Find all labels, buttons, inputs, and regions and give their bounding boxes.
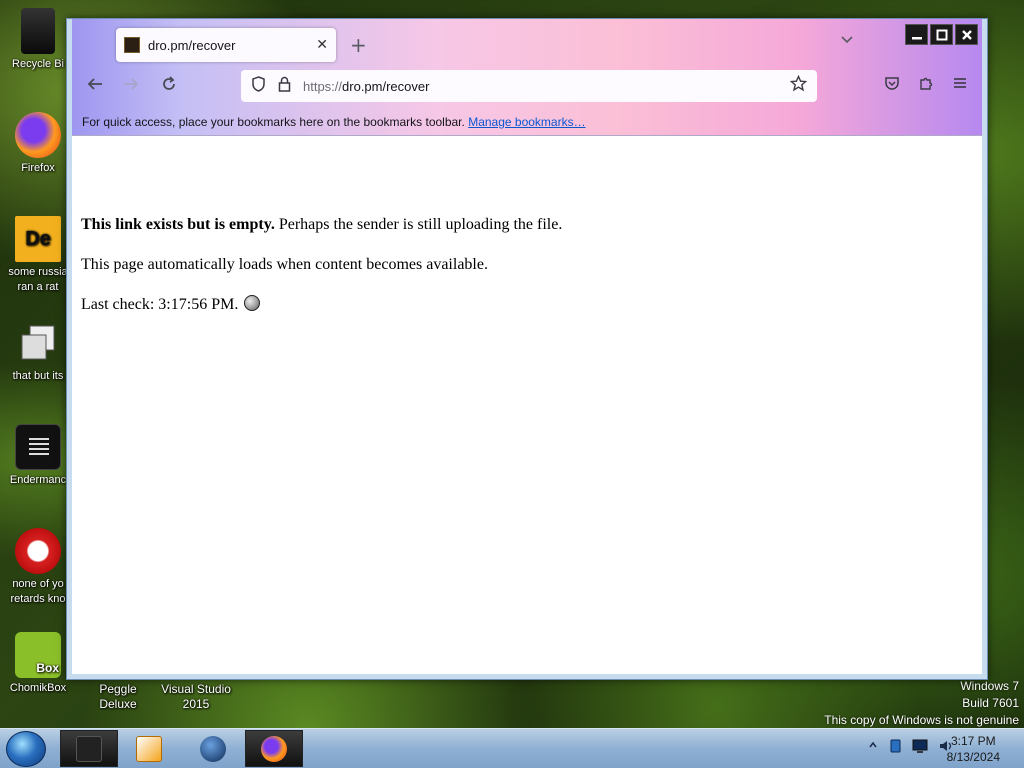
status-heading: This link exists but is empty. [81,216,275,233]
desktop-icon-label: Peggle Deluxe [99,682,137,711]
taskbar-item-camera[interactable] [60,730,118,767]
de-app-icon: De [15,216,61,262]
last-check-text: Last check: 3:17:56 PM. [81,296,239,313]
taskbar: 3:17 PM 8/13/2024 [0,728,1024,768]
page-content: This link exists but is empty. Perhaps t… [72,136,982,674]
url-host-path: dro.pm/recover [342,78,430,94]
clock-date: 8/13/2024 [946,750,1000,764]
firefox-icon [15,112,61,158]
desktop-icon-de-app[interactable]: De some russia ran a rat [0,216,76,295]
taskbar-item-globe[interactable] [184,730,242,767]
desktop-icon-label: Visual Studio 2015 [161,682,231,711]
hamburger-menu-icon[interactable] [952,75,968,95]
desktop-icon-label: Recycle Bi [12,58,64,70]
reload-button[interactable] [160,75,178,98]
url-text[interactable]: https://dro.pm/recover [303,79,790,94]
action-center-flag-icon[interactable] [888,739,902,756]
tab-dro-pm-recover[interactable]: dro.pm/recover ✕ [116,28,336,62]
desktop-icon-stacked-windows[interactable]: that but its [0,320,76,384]
terminal-icon [15,424,61,470]
tab-title: dro.pm/recover [148,37,236,53]
desktop-icon-label: ChomikBox [9,682,67,694]
desktop-icon-peggle[interactable]: Peggle Deluxe [80,682,156,712]
list-all-tabs-chevron-icon[interactable] [840,34,854,48]
camera-icon [76,735,102,762]
red-dragon-icon [15,528,61,574]
status-message: This link exists but is empty. Perhaps t… [81,215,973,234]
watermark-line: Windows 7 [960,679,1019,693]
desktop-icon-visual-studio[interactable]: Visual Studio 2015 [158,682,234,712]
site-favicon-icon [124,37,140,53]
browser-window: dro.pm/recover ✕ + https://dro.pm/recove… [66,18,988,680]
watermark-line: Build 7601 [962,696,1019,710]
back-button[interactable] [86,75,104,98]
close-tab-icon[interactable]: ✕ [316,37,328,53]
desktop-icon-label: some russia ran a rat [8,266,68,293]
desktop-icon-red-dragon[interactable]: none of yo retards kno [0,528,76,607]
system-tray [868,739,954,756]
last-check-line: Last check: 3:17:56 PM. [81,295,973,314]
chomikbox-badge: Box [36,661,59,675]
lock-icon[interactable] [278,76,291,96]
desktop-icon-recycle-bin[interactable]: Recycle Bi [0,8,76,72]
bookmarks-toolbar: For quick access, place your bookmarks h… [72,111,982,133]
new-tab-button[interactable]: + [350,33,367,57]
stacked-windows-icon [15,320,61,366]
system-clock[interactable]: 3:17 PM 8/13/2024 [947,733,1000,765]
globe-icon [200,735,226,762]
pocket-icon[interactable] [884,75,900,95]
extensions-puzzle-icon[interactable] [918,75,934,95]
toolbar-right-tools [884,75,968,95]
bookmarks-hint: For quick access, place your bookmarks h… [82,115,465,129]
desktop-icon-label: Endermanc [9,474,67,486]
auto-load-notice: This page automatically loads when conte… [81,256,488,273]
close-window-button[interactable] [955,24,978,45]
clock-time: 3:17 PM [950,734,996,748]
firefox-icon [261,735,287,762]
minimize-button[interactable] [905,24,928,45]
desktop-icon-firefox[interactable]: Firefox [0,112,76,176]
bookmark-star-icon[interactable] [789,74,808,97]
start-button[interactable] [6,731,46,767]
chomikbox-icon: Box [15,632,61,678]
desktop-icon-label: Firefox [21,162,55,174]
desktop-icon-chomikbox[interactable]: Box ChomikBox [0,632,76,696]
status-detail: Perhaps the sender is still uploading th… [274,216,563,233]
browser-chrome: dro.pm/recover ✕ + https://dro.pm/recove… [72,19,982,136]
loading-spinner-icon [244,295,261,311]
desktop-icon-label: that but its [12,370,64,382]
manage-bookmarks-link[interactable]: Manage bookmarks… [468,115,585,129]
desktop-icon-label: none of yo retards kno [10,578,66,605]
recycle-bin-icon [21,8,55,54]
show-hidden-icons-chevron-icon[interactable] [868,739,878,756]
window-controls [905,24,978,45]
taskbar-item-firefox[interactable] [245,730,303,767]
url-bar[interactable]: https://dro.pm/recover [241,70,817,102]
url-scheme: https:// [303,78,343,94]
watermark-line: This copy of Windows is not genuine [824,713,1019,727]
forward-button[interactable] [122,75,140,98]
windows-watermark: Windows 7 Build 7601 This copy of Window… [824,678,1019,729]
tracking-protection-shield-icon[interactable] [251,76,266,96]
taskbar-item-media-player[interactable] [120,730,178,767]
maximize-button[interactable] [930,24,953,45]
desktop-icon-terminal[interactable]: Endermanc [0,424,76,488]
network-monitor-icon[interactable] [912,739,928,756]
navigation-toolbar: https://dro.pm/recover [72,67,982,107]
media-player-icon [136,735,162,762]
